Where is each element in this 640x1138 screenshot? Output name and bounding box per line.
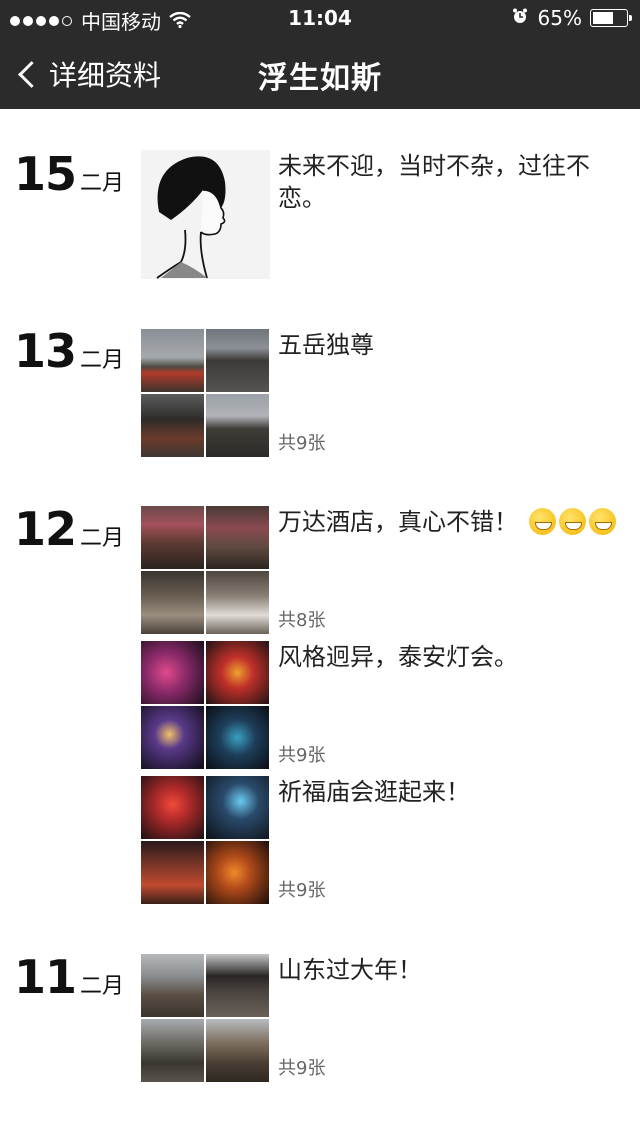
post-text: 万达酒店，真心不错！: [278, 506, 628, 538]
battery-nub: [629, 15, 632, 21]
post-date: 15 二月: [14, 150, 124, 198]
photo-grid[interactable]: [141, 776, 270, 905]
battery-icon: [590, 9, 632, 27]
photo-grid[interactable]: [141, 329, 270, 458]
status-bar: 中国移动 11:04 65%: [0, 0, 640, 34]
photo-thumbnail[interactable]: [141, 954, 204, 1017]
photo-thumbnail[interactable]: [141, 641, 204, 704]
photo-count: 共9张: [278, 745, 326, 766]
nav-bar: 详细资料 浮生如斯: [0, 34, 640, 109]
date-day: 12: [14, 502, 77, 556]
photo-thumbnail[interactable]: [206, 706, 269, 769]
photo-thumbnail[interactable]: [206, 954, 269, 1017]
status-right: 65%: [512, 6, 632, 30]
photo-thumbnail[interactable]: [206, 641, 269, 704]
photo-grid[interactable]: [141, 954, 270, 1083]
photo-thumbnail[interactable]: [141, 329, 204, 392]
photo-thumbnail[interactable]: [141, 394, 204, 457]
photo-thumbnail[interactable]: [206, 1019, 269, 1082]
grinning-emoji-icon: [588, 508, 616, 535]
post-text-content: 万达酒店，真心不错！: [278, 508, 518, 536]
photo-thumbnail[interactable]: [141, 1019, 204, 1082]
photo-thumbnail[interactable]: [141, 841, 204, 904]
photo-thumbnail[interactable]: [206, 841, 269, 904]
post-text: 未来不迎，当时不杂，过往不恋。: [278, 152, 590, 212]
grinning-emoji-icon: [528, 508, 556, 535]
photo-thumbnail[interactable]: [141, 506, 204, 569]
photo-thumbnail[interactable]: [206, 776, 269, 839]
photo-count: 共9张: [278, 1058, 326, 1079]
date-month: 二月: [80, 974, 125, 999]
battery-percent: 65%: [537, 6, 582, 30]
date-day: 11: [14, 950, 77, 1004]
post-text: 风格迥异，泰安灯会。: [278, 643, 518, 671]
photo-thumbnail[interactable]: [141, 571, 204, 634]
battery-fill: [593, 12, 613, 24]
photo-count: 共9张: [278, 433, 326, 454]
post-date: 12 二月: [14, 505, 124, 553]
post-date: 13 二月: [14, 327, 124, 375]
date-month: 二月: [80, 171, 125, 196]
photo-count: 共9张: [278, 880, 326, 901]
date-month: 二月: [80, 526, 125, 551]
photo-count: 共8张: [278, 610, 326, 631]
photo-thumbnail[interactable]: [206, 394, 269, 457]
date-day: 13: [14, 324, 77, 378]
date-day: 15: [14, 147, 77, 201]
photo-grid[interactable]: [141, 641, 270, 770]
photo-thumbnail[interactable]: [206, 506, 269, 569]
alarm-icon: [512, 8, 528, 29]
photo-thumbnail[interactable]: [141, 706, 204, 769]
post-text: 祈福庙会逛起来！: [278, 778, 470, 806]
photo-thumbnail[interactable]: [141, 776, 204, 839]
post-text: 山东过大年！: [278, 956, 422, 984]
photo-thumbnail[interactable]: [206, 571, 269, 634]
date-month: 二月: [80, 348, 125, 373]
post-date: 11 二月: [14, 953, 124, 1001]
grinning-emoji-icon: [558, 508, 586, 535]
photo-thumbnail[interactable]: [206, 329, 269, 392]
photo-grid[interactable]: [141, 506, 270, 635]
page-title: 浮生如斯: [258, 61, 382, 96]
post-text: 五岳独尊: [278, 331, 374, 359]
avatar[interactable]: [141, 150, 270, 279]
